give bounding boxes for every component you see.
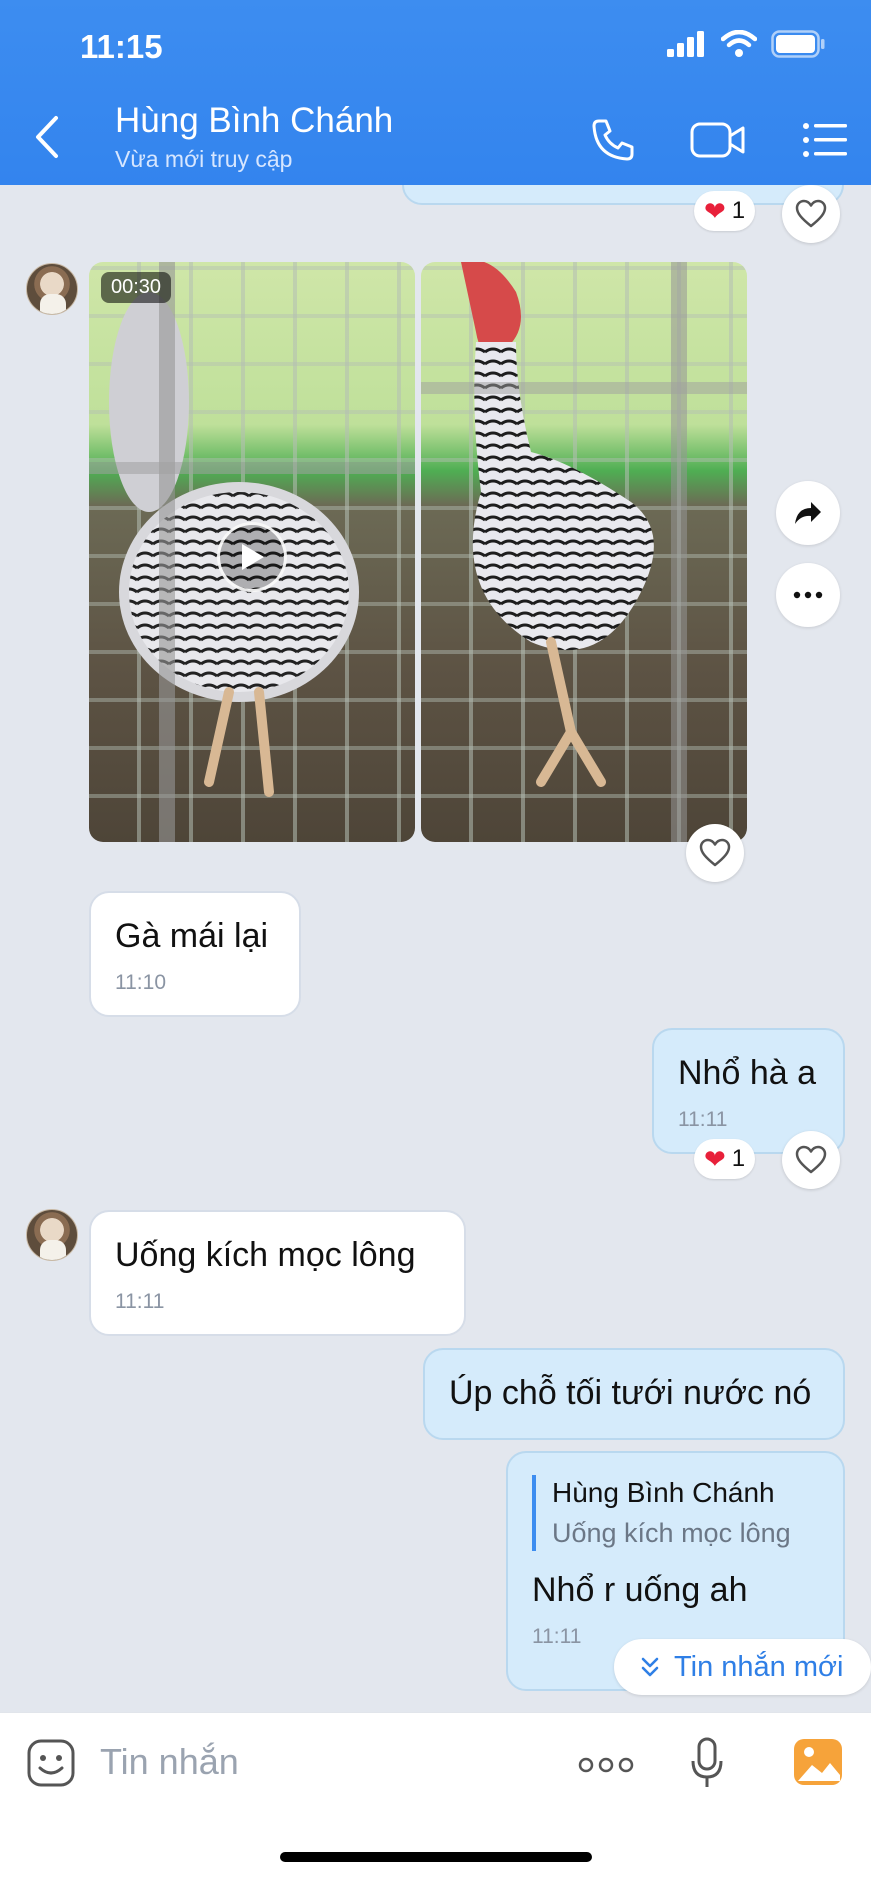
react-button[interactable] (782, 1131, 840, 1189)
microphone-icon[interactable] (690, 1737, 724, 1789)
react-button[interactable] (686, 824, 744, 882)
sender-avatar[interactable] (26, 1209, 78, 1261)
react-button[interactable] (782, 185, 840, 243)
double-chevron-down-icon (641, 1657, 659, 1677)
battery-icon (771, 30, 825, 58)
phone-icon (592, 119, 634, 161)
heart-reaction-icon: ❤ (704, 1143, 726, 1174)
message-time: 11:11 (115, 1290, 165, 1313)
home-indicator (280, 1852, 592, 1862)
message-input[interactable]: Tin nhắn (100, 1741, 239, 1783)
back-icon[interactable] (28, 112, 68, 162)
message-time: 11:10 (115, 971, 166, 994)
list-menu-icon (803, 123, 847, 157)
new-messages-button[interactable]: Tin nhắn mới (614, 1639, 871, 1695)
video-call-button[interactable] (690, 112, 746, 168)
heart-outline-icon (699, 838, 731, 867)
heart-outline-icon (795, 199, 827, 228)
signal-icon (667, 31, 704, 57)
contact-info[interactable]: Hùng Bình Chánh Vừa mới truy cập (115, 100, 393, 174)
share-arrow-icon (795, 502, 821, 524)
quoted-text: Uống kích mọc lông (552, 1518, 791, 1548)
heart-outline-icon (795, 1145, 827, 1174)
contact-name: Hùng Bình Chánh (115, 101, 394, 140)
video-thumbnail[interactable]: 00:30 (89, 262, 415, 842)
reaction-summary[interactable]: ❤ 1 (694, 191, 756, 231)
wifi-icon (721, 30, 757, 57)
new-messages-label: Tin nhắn mới (674, 1650, 844, 1683)
message-text: Nhổ r uống ah (532, 1571, 748, 1609)
message-list[interactable]: ❤ 1 00:30 Gà mái lại 11:10 Nhổ hà a 11:1… (0, 185, 871, 1712)
message-text: Nhổ hà a (678, 1054, 816, 1092)
reaction-count: 1 (731, 197, 746, 224)
incoming-message-bubble[interactable]: Gà mái lại 11:10 (89, 891, 301, 1017)
video-duration: 00:30 (101, 272, 172, 303)
gallery-image-icon[interactable] (792, 1737, 844, 1787)
reaction-summary[interactable]: ❤ 1 (694, 1139, 756, 1179)
video-camera-icon (690, 122, 745, 158)
rooster-silhouette (421, 262, 747, 842)
photo-thumbnail[interactable] (421, 262, 747, 842)
message-time: 11:11 (678, 1108, 728, 1131)
emoji-sticker-icon[interactable] (26, 1738, 76, 1788)
forward-button[interactable] (776, 481, 840, 545)
play-button[interactable] (217, 522, 287, 592)
incoming-message-bubble[interactable]: Uống kích mọc lông 11:11 (89, 1210, 466, 1336)
quoted-sender: Hùng Bình Chánh (552, 1477, 775, 1508)
more-options-icon[interactable] (578, 1757, 634, 1773)
contact-status: Vừa mới truy cập (115, 146, 293, 172)
message-text: Úp chỗ tối tưới nước nó (449, 1374, 812, 1412)
call-button[interactable] (585, 112, 641, 168)
reaction-count: 1 (731, 1145, 746, 1172)
status-time: 11:15 (80, 28, 163, 65)
more-dots-icon (793, 591, 823, 599)
message-text: Uống kích mọc lông (115, 1236, 416, 1274)
sender-avatar[interactable] (26, 263, 78, 315)
outgoing-message-bubble[interactable]: Úp chỗ tối tưới nước nó (423, 1348, 845, 1440)
play-icon (242, 544, 264, 570)
more-options-button[interactable] (776, 563, 840, 627)
menu-button[interactable] (797, 112, 853, 168)
message-text: Gà mái lại (115, 917, 269, 955)
status-icons (667, 30, 825, 58)
quoted-message[interactable]: Hùng Bình Chánh Uống kích mọc lông (532, 1475, 819, 1551)
previous-message-bubble[interactable] (402, 185, 844, 205)
chat-header: 11:15 Hùng Bình Chánh Vừa mới truy cập (0, 0, 871, 185)
heart-reaction-icon: ❤ (704, 195, 726, 226)
